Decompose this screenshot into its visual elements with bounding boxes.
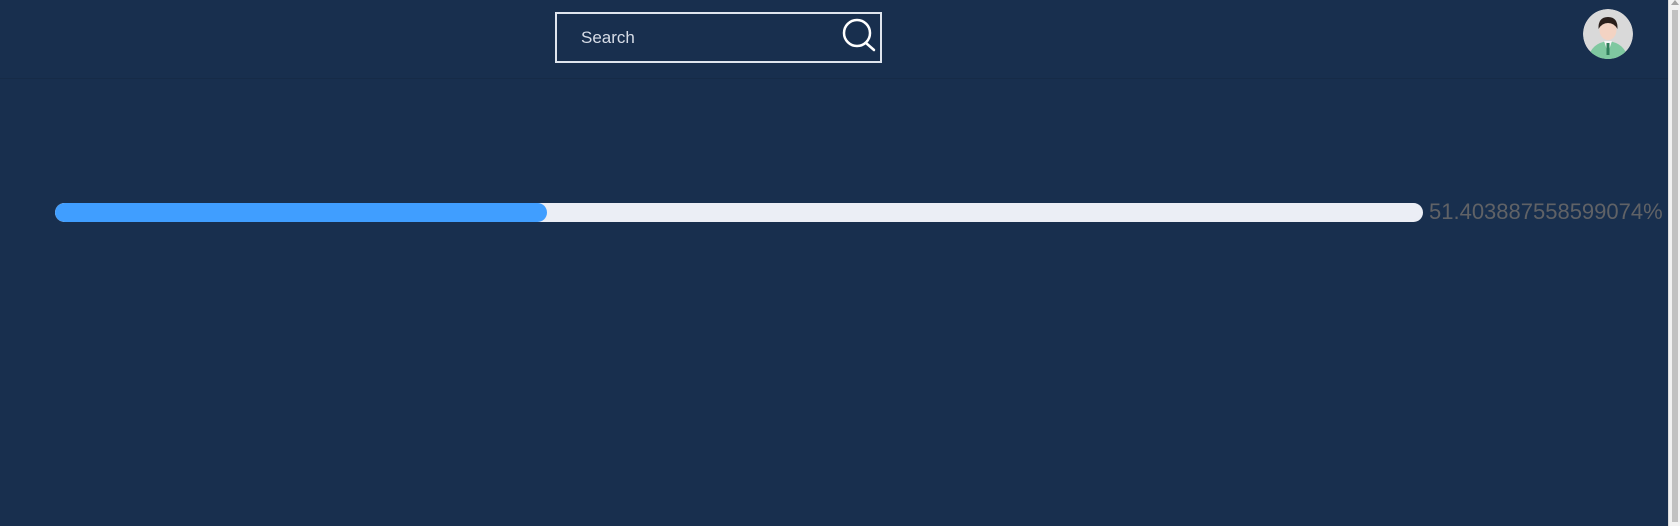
user-avatar-icon	[1583, 9, 1633, 59]
search-box[interactable]	[555, 12, 882, 63]
scroll-up-arrow-icon[interactable]	[1671, 0, 1679, 5]
top-bar	[0, 0, 1668, 78]
search-icon[interactable]	[839, 15, 879, 55]
search-input[interactable]	[581, 14, 831, 61]
progress-fill	[55, 203, 548, 222]
page: 51.403887558599074%	[0, 0, 1668, 526]
scrollbar-thumb[interactable]	[1672, 10, 1678, 522]
vertical-scrollbar[interactable]	[1668, 0, 1680, 526]
user-avatar[interactable]	[1583, 9, 1633, 59]
progress-track	[55, 203, 1423, 222]
progress-label: 51.403887558599074%	[1429, 199, 1663, 224]
